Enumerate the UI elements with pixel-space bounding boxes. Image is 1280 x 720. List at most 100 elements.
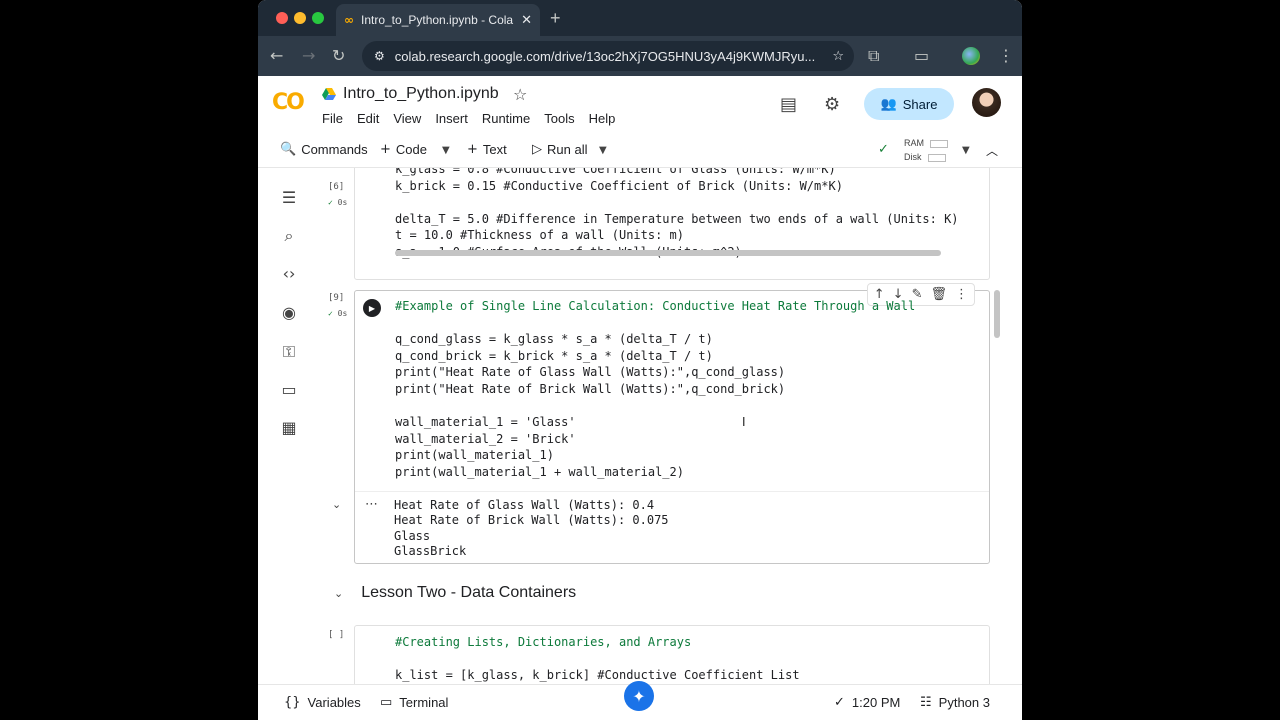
- vertical-scrollbar[interactable]: [994, 290, 1000, 338]
- code-line: print("Heat Rate of Brick Wall (Watts):"…: [395, 381, 786, 396]
- code-line: k_glass = 0.8 #Conductive Coefficient of…: [395, 168, 836, 176]
- code-snippets-icon[interactable]: ‹›: [278, 264, 300, 286]
- table-of-contents-icon[interactable]: ☰: [278, 188, 300, 210]
- close-window-button[interactable]: [276, 12, 288, 24]
- bookmark-star-icon[interactable]: ☆: [832, 49, 844, 64]
- collapse-header-icon[interactable]: ︿: [986, 142, 998, 159]
- profile-avatar[interactable]: [962, 47, 980, 65]
- run-all-dropdown-icon[interactable]: ▼: [599, 145, 607, 156]
- terminal-button[interactable]: ▭ Terminal: [380, 695, 448, 710]
- horizontal-scrollbar[interactable]: [395, 250, 941, 256]
- menu-file[interactable]: File: [322, 111, 343, 126]
- runtime-label: Python 3: [938, 695, 990, 710]
- add-code-button[interactable]: + Code: [380, 142, 427, 157]
- execution-status[interactable]: ✓ 1:20 PM: [834, 695, 900, 710]
- menu-help[interactable]: Help: [589, 111, 616, 126]
- close-tab-icon[interactable]: ✕: [521, 12, 532, 28]
- cell6-code[interactable]: k_glass = 0.8 #Conductive Coefficient of…: [395, 168, 959, 261]
- output-divider: [355, 491, 989, 492]
- braces-icon: {}: [284, 695, 301, 710]
- section-collapse-chevron-icon[interactable]: ⌄: [334, 587, 343, 600]
- menu-tools[interactable]: Tools: [544, 111, 574, 126]
- commands-button[interactable]: 🔍 Commands: [280, 142, 368, 157]
- cell9-output: Heat Rate of Glass Wall (Watts): 0.4 Hea…: [394, 498, 669, 559]
- runtime-icon: ☷: [920, 695, 932, 710]
- address-bar[interactable]: ⚙ colab.research.google.com/drive/13oc2h…: [362, 41, 854, 71]
- run-cell-button[interactable]: ▶: [363, 299, 381, 317]
- colab-header: CO Intro_to_Python.ipynb ☆ File Edit Vie…: [258, 76, 1022, 168]
- files-folder-icon[interactable]: ▭: [278, 380, 300, 402]
- plus-icon: +: [467, 142, 478, 157]
- browser-menu-icon[interactable]: ⋮: [998, 46, 1014, 65]
- tab-strip: ∞ Intro_to_Python.ipynb - Cola ✕ +: [258, 0, 1022, 36]
- new-tab-icon[interactable]: +: [550, 8, 561, 29]
- forward-icon[interactable]: →: [302, 46, 315, 65]
- code-cell-9[interactable]: ↑ ↓ ✎ 🗑 ⋮ ▶ #Example of Single Line Calc…: [354, 283, 990, 564]
- maximize-window-button[interactable]: [312, 12, 324, 24]
- execution-time: 1:20 PM: [851, 695, 901, 710]
- code-line: t = 10.0 #Thickness of a wall (Units: m): [395, 228, 684, 243]
- section-heading[interactable]: ⌄ Lesson Two - Data Containers: [334, 584, 576, 602]
- search-icon: 🔍: [280, 142, 297, 157]
- output-line: Heat Rate of Brick Wall (Watts): 0.075: [394, 513, 669, 528]
- extensions-icon[interactable]: ⧉: [868, 46, 879, 66]
- colab-favicon-icon: ∞: [344, 13, 354, 27]
- run-all-button[interactable]: ▷ Run all: [532, 142, 587, 157]
- play-icon: ▷: [532, 142, 542, 157]
- people-icon: 👥: [880, 96, 897, 112]
- delete-trash-icon[interactable]: 🗑: [930, 287, 947, 302]
- left-sidebar: ☰ ⌕ ‹› ◉ ⚿ ▭ ▦: [258, 168, 320, 684]
- menu-edit[interactable]: Edit: [357, 111, 379, 126]
- comments-icon[interactable]: ▤: [780, 94, 797, 115]
- text-cursor-icon: I: [742, 415, 746, 429]
- terminal-label: Terminal: [399, 695, 449, 710]
- add-text-button[interactable]: + Text: [467, 142, 507, 157]
- back-icon[interactable]: ←: [270, 46, 283, 65]
- cell-next-code[interactable]: #Creating Lists, Dictionaries, and Array…: [395, 634, 800, 684]
- output-line: Glass: [394, 528, 431, 543]
- find-replace-icon[interactable]: ⌕: [278, 226, 300, 248]
- browser-tab[interactable]: ∞ Intro_to_Python.ipynb - Cola ✕: [336, 4, 540, 36]
- star-icon[interactable]: ☆: [513, 85, 527, 104]
- variables-inspector-icon[interactable]: ◉: [278, 303, 300, 325]
- minimize-window-button[interactable]: [294, 12, 306, 24]
- reload-icon[interactable]: ↻: [332, 46, 345, 65]
- variables-button[interactable]: {} Variables: [284, 695, 361, 710]
- resource-monitor[interactable]: RAM Disk: [904, 136, 948, 164]
- plus-icon: +: [380, 142, 391, 157]
- collapse-output-chevron-icon[interactable]: ⌄: [332, 498, 341, 511]
- more-options-icon[interactable]: ⋮: [955, 287, 968, 302]
- check-icon: ✓: [328, 309, 333, 318]
- cell9-exec-status: [9] ✓ 0s: [328, 293, 347, 318]
- runtime-button[interactable]: ☷ Python 3: [920, 695, 990, 710]
- notebook-content: [6] ✓ 0s k_glass = 0.8 #Conductive Coeff…: [320, 168, 1022, 684]
- notebook-title[interactable]: Intro_to_Python.ipynb: [343, 85, 499, 103]
- resources-dropdown-icon[interactable]: ▼: [962, 145, 970, 156]
- code-cell-6[interactable]: k_glass = 0.8 #Conductive Coefficient of…: [354, 168, 990, 280]
- output-menu-icon[interactable]: ⋯: [365, 497, 378, 512]
- menu-insert[interactable]: Insert: [435, 111, 468, 126]
- menu-runtime[interactable]: Runtime: [482, 111, 530, 126]
- menu-view[interactable]: View: [393, 111, 421, 126]
- code-line: wall_material_1 = 'Glass': [395, 415, 576, 430]
- share-button[interactable]: 👥 Share: [864, 88, 954, 120]
- tab-search-icon[interactable]: ▭: [914, 46, 929, 65]
- data-table-icon[interactable]: ▦: [278, 418, 300, 440]
- colab-logo[interactable]: CO: [272, 90, 305, 115]
- code-line: wall_material_2 = 'Brick': [395, 431, 576, 446]
- cell-next-exec-count: [ ]: [328, 630, 345, 640]
- code-cell-next[interactable]: #Creating Lists, Dictionaries, and Array…: [354, 625, 990, 684]
- code-line: print(wall_material_1 + wall_material_2): [395, 464, 684, 479]
- cell6-exec-status: [6] ✓ 0s: [328, 182, 347, 207]
- commands-label: Commands: [301, 142, 368, 157]
- settings-gear-icon[interactable]: ⚙: [824, 94, 840, 115]
- code-dropdown-icon[interactable]: ▼: [442, 145, 450, 156]
- secrets-key-icon[interactable]: ⚿: [278, 342, 300, 364]
- user-avatar[interactable]: [972, 88, 1001, 117]
- code-line: q_cond_glass = k_glass * s_a * (delta_T …: [395, 332, 713, 347]
- site-info-icon[interactable]: ⚙: [374, 49, 385, 63]
- code-line: k_list = [k_glass, k_brick] #Conductive …: [395, 668, 800, 683]
- gemini-sparkle-icon[interactable]: ✦: [624, 681, 654, 711]
- cell9-code[interactable]: #Example of Single Line Calculation: Con…: [395, 298, 915, 481]
- cell6-time: 0s: [337, 198, 348, 207]
